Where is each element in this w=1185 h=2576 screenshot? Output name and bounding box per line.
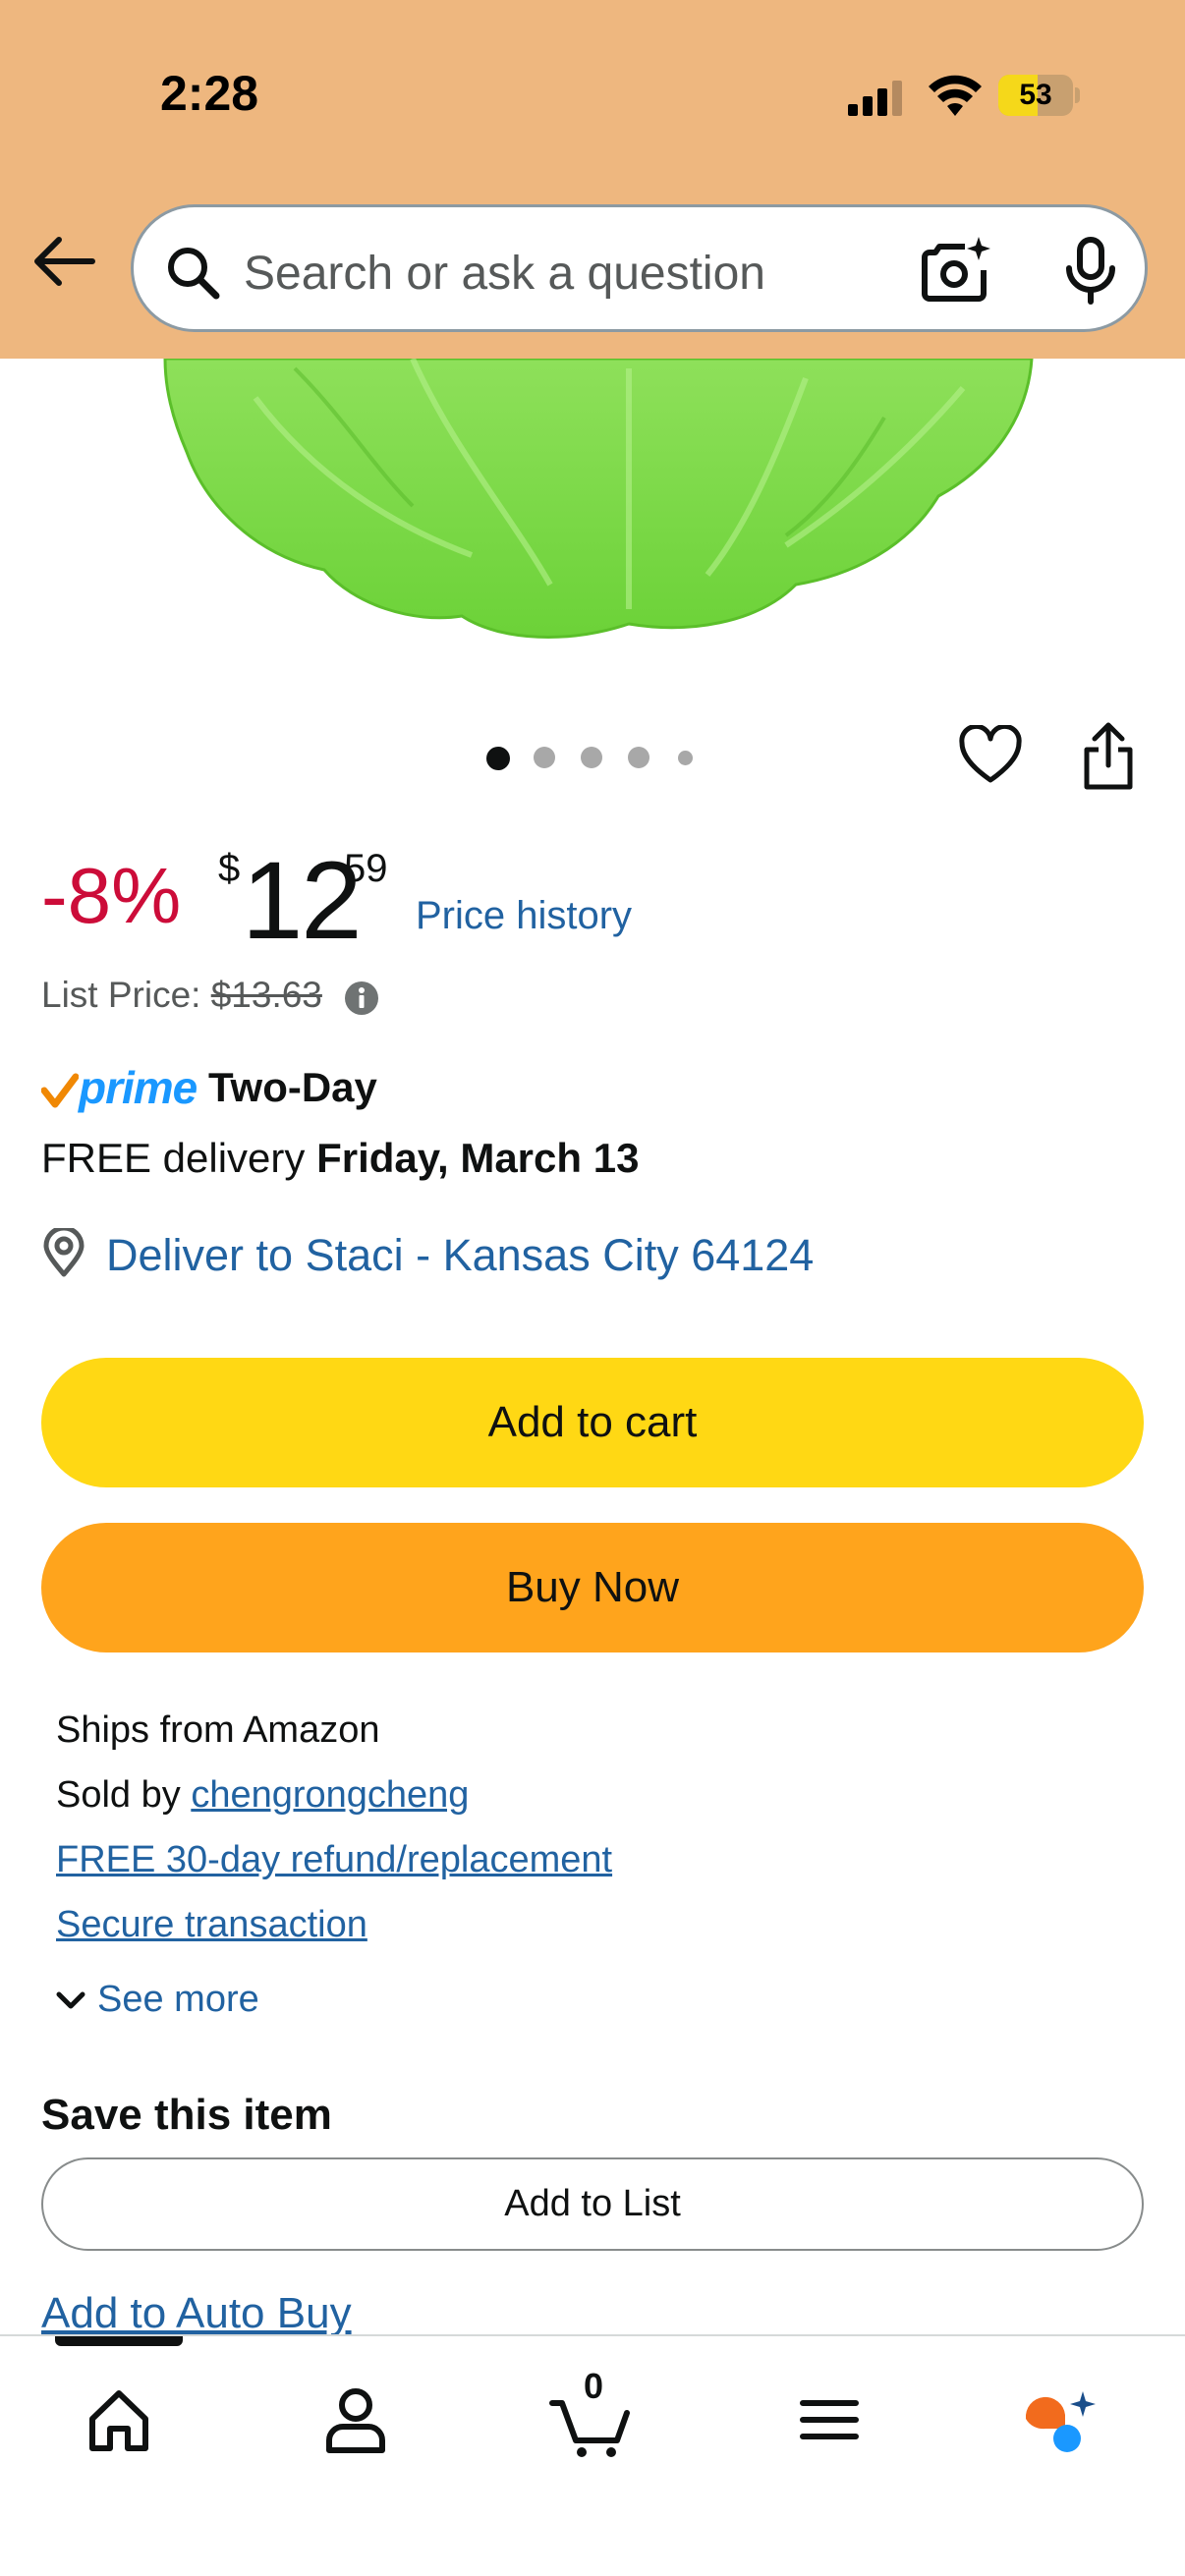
price-currency: $: [218, 847, 241, 890]
sold-by-label: Sold by: [56, 1774, 181, 1816]
microphone-icon[interactable]: [1061, 237, 1120, 306]
carousel-dot-3[interactable]: [581, 747, 602, 768]
discount-percent: -8%: [41, 852, 182, 939]
bottom-navigation: 0: [0, 2334, 1185, 2576]
secure-transaction-link[interactable]: Secure transaction: [56, 1904, 367, 1946]
delivery-estimate: FREE delivery Friday, March 13: [41, 1135, 639, 1182]
list-price: List Price: $13.63: [41, 975, 322, 1016]
wifi-icon: [929, 75, 982, 116]
prime-speed: Two-Day: [208, 1064, 377, 1110]
prime-check-icon: [41, 1073, 79, 1108]
save-item-heading: Save this item: [41, 2091, 332, 2139]
add-to-auto-buy-link[interactable]: Add to Auto Buy: [41, 2289, 352, 2338]
list-price-label: List Price:: [41, 975, 201, 1015]
add-to-cart-button[interactable]: Add to cart: [41, 1358, 1144, 1487]
refund-policy-link[interactable]: FREE 30-day refund/replacement: [56, 1839, 612, 1881]
search-icon: [168, 248, 220, 300]
product-image[interactable]: [0, 359, 1185, 653]
info-icon[interactable]: [344, 980, 379, 1016]
carousel-dot-5[interactable]: [678, 751, 693, 765]
search-input[interactable]: Search or ask a question: [244, 247, 765, 301]
account-icon[interactable]: [311, 2376, 400, 2464]
cellular-signal-icon: [848, 81, 902, 116]
see-more-toggle[interactable]: See more: [56, 1979, 259, 2021]
free-delivery-label: FREE delivery: [41, 1135, 306, 1181]
carousel-dot-4[interactable]: [628, 747, 649, 768]
camera-search-icon[interactable]: [922, 235, 992, 304]
cart-count: 0: [584, 2366, 604, 2406]
add-to-list-button[interactable]: Add to List: [41, 2157, 1144, 2251]
ships-from: Ships from Amazon: [56, 1709, 380, 1751]
prime-logo: prime: [79, 1062, 198, 1113]
menu-icon[interactable]: [785, 2376, 874, 2464]
delivery-date: Friday, March 13: [316, 1135, 640, 1181]
chevron-down-icon: [56, 1991, 85, 2009]
status-time: 2:28: [160, 66, 259, 121]
search-bar[interactable]: Search or ask a question: [131, 204, 1148, 332]
price-whole: 12: [242, 839, 363, 962]
cart-nav[interactable]: 0: [548, 2366, 637, 2464]
heart-icon[interactable]: [958, 725, 1023, 786]
top-header: 2:28 53 Search or ask a question: [0, 0, 1185, 359]
share-icon[interactable]: [1079, 722, 1138, 791]
list-price-value: $13.63: [210, 975, 322, 1015]
deliver-to-link[interactable]: Deliver to Staci - Kansas City 64124: [106, 1230, 814, 1281]
see-more-label: See more: [97, 1979, 259, 2020]
seller-link[interactable]: chengrongcheng: [191, 1774, 469, 1816]
buy-now-button[interactable]: Buy Now: [41, 1523, 1144, 1652]
back-arrow-icon[interactable]: [29, 232, 98, 291]
price-history-link[interactable]: Price history: [416, 894, 632, 938]
location-pin-icon: [43, 1228, 85, 1277]
carousel-dot-2[interactable]: [534, 747, 555, 768]
battery-level: 53: [1019, 79, 1052, 111]
active-tab-indicator: [55, 2336, 183, 2346]
price-fraction: 59: [344, 847, 388, 890]
carousel-dot-1[interactable]: [486, 747, 510, 770]
battery-indicator: 53: [998, 75, 1080, 116]
sold-by: Sold by chengrongcheng: [56, 1774, 469, 1817]
home-icon[interactable]: [75, 2376, 163, 2464]
rufus-ai-icon[interactable]: [1018, 2376, 1106, 2464]
